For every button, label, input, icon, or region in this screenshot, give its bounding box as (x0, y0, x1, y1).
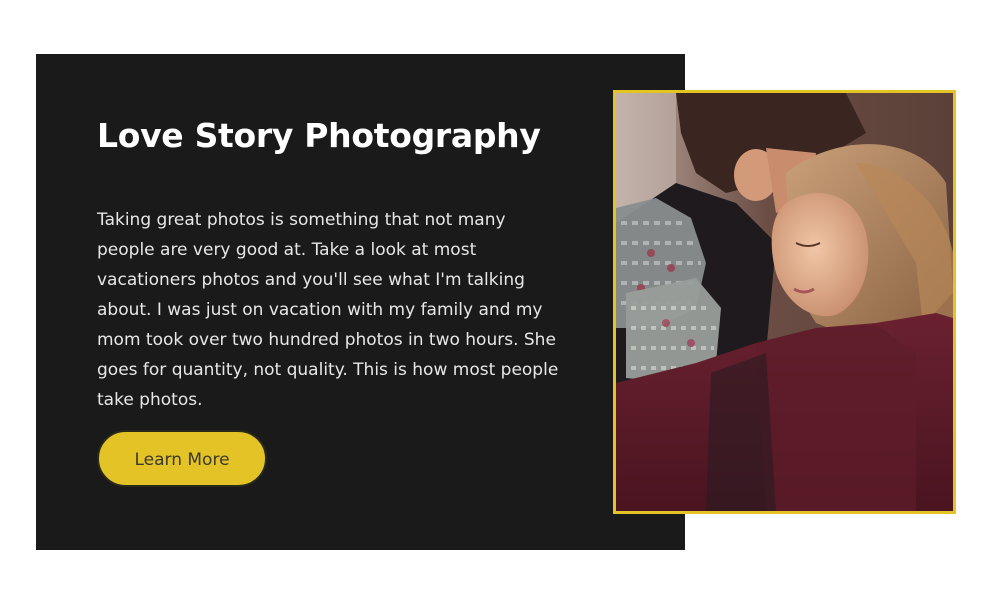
learn-more-button[interactable]: Learn More (97, 430, 267, 487)
couple-photo-illustration (616, 93, 953, 511)
section-description: Taking great photos is something that no… (97, 210, 559, 410)
couple-photo (613, 90, 956, 514)
content-card: Love Story Photography Taking great phot… (36, 54, 685, 550)
section-title: Love Story Photography (97, 116, 541, 155)
